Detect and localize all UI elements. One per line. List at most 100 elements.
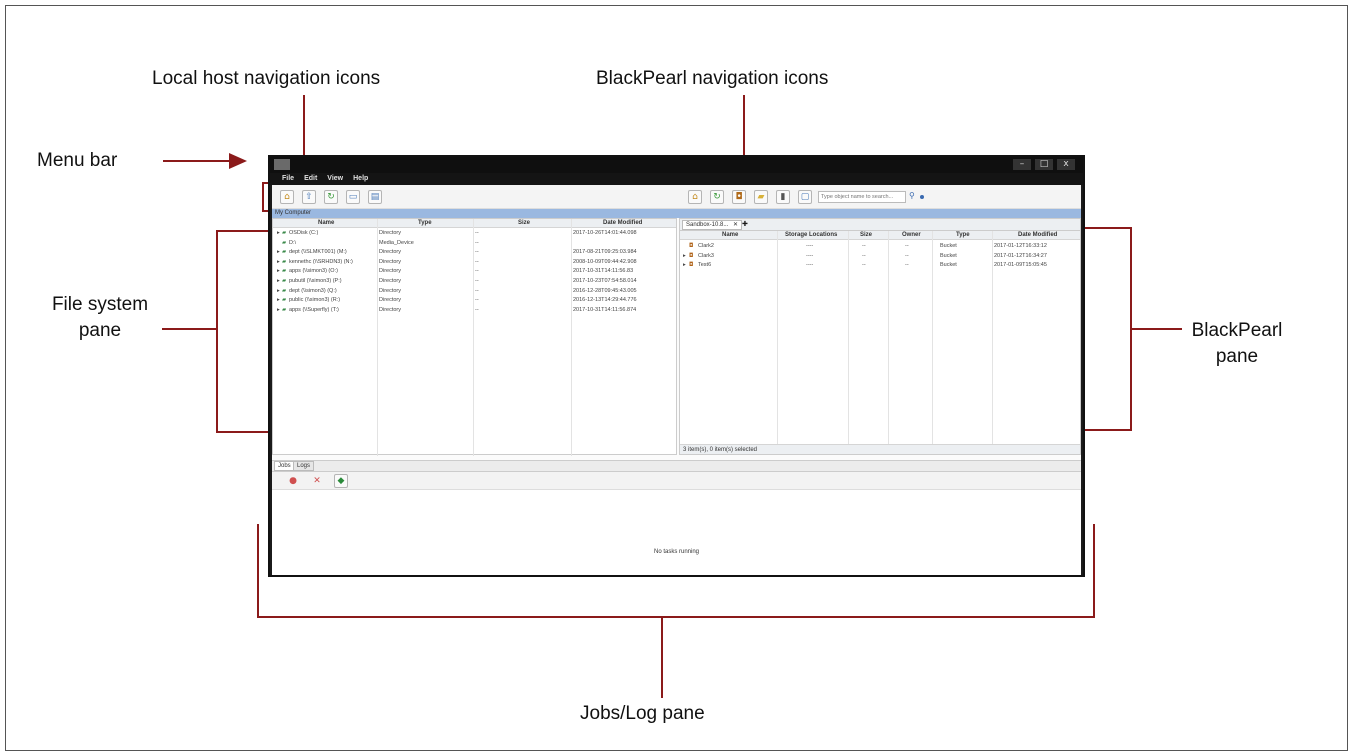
bp-col-name[interactable]: Name (722, 231, 738, 240)
callout-local-nav: Local host navigation icons (152, 68, 381, 89)
local-refresh-icon[interactable]: ↻ (324, 190, 338, 204)
fs-table-row[interactable]: ▰ ▸ OSDisk (C:) Directory -- 2017-10-26T14:01… (273, 229, 676, 238)
bp-search-icon[interactable]: ⚲ (909, 191, 915, 200)
fs-row-type: Directory (379, 306, 402, 313)
bp-row-owner: -- (905, 243, 909, 249)
fs-row-name: apps (\\Superfly) (T:) (289, 306, 339, 313)
drive-icon: ▰ (282, 297, 287, 304)
minimize-button[interactable]: – (1013, 159, 1031, 170)
fs-col-type[interactable]: Type (418, 219, 432, 228)
app-content: ⌂ ⇧ ↻ ▭ ▤ ⌂ ↻ ◘ ▰ ▮ ▢ ⚲ My Computer Name… (272, 185, 1081, 575)
fs-row-expand: ▸ (277, 258, 280, 265)
bracket-local-nav-left (262, 182, 264, 212)
fs-row-name: OSDisk (C:) (289, 230, 319, 236)
fs-row-name: dept (\\SLMKT001) (M:) (289, 249, 347, 256)
bp-books-icon[interactable]: ▮ (776, 190, 790, 204)
bp-tab-add-icon[interactable]: ✚ (742, 220, 748, 228)
fs-row-name: apps (\\simon3) (O:) (289, 268, 338, 275)
drive-icon: ▰ (282, 230, 287, 236)
bracket-jobs-right (1093, 524, 1095, 618)
drive-icon: ▰ (282, 258, 287, 265)
bracket-jobs-left (257, 524, 259, 618)
fs-row-date: 2016-12-13T14:29:44.776 (573, 297, 637, 304)
bp-search-input[interactable] (818, 191, 906, 203)
menu-view[interactable]: View (327, 173, 343, 185)
maximize-button[interactable]: □ (1035, 159, 1053, 170)
bp-folder-icon[interactable]: ▢ (798, 190, 812, 204)
local-home-icon[interactable]: ⌂ (280, 190, 294, 204)
cancel-job-icon[interactable]: ✕ (310, 474, 324, 488)
fs-row-type: Directory (379, 278, 402, 284)
file-system-header: Name Type Size Date Modified (273, 219, 676, 228)
bucket-icon: ◘ (689, 243, 694, 249)
application-window: – □ x File Edit View Help ⌂ ⇧ ↻ ▭ ▤ ⌂ ↻ … (268, 155, 1085, 577)
fs-table-row[interactable]: ▰ ▸ public (\\simon3) (R:) Directory -- 2016-… (273, 296, 676, 305)
bp-col-type[interactable]: Type (956, 231, 970, 240)
title-bar: – □ x (270, 157, 1083, 173)
file-system-pane: Name Type Size Date Modified ▰ ▸ OSDisk (C… (272, 218, 677, 456)
stop-job-icon[interactable]: ● (286, 474, 300, 488)
tab-logs[interactable]: Logs (293, 461, 315, 471)
bp-row-type: Bucket (940, 243, 957, 249)
bp-search-dot-icon (920, 195, 924, 199)
bp-table-row[interactable]: ◘ ▸ Clark3 ---- -- -- Bucket 2017-01-12T16:34:2… (680, 252, 1080, 261)
window-controls: – □ x (1013, 159, 1075, 170)
resume-job-icon[interactable]: ◆ (334, 474, 348, 488)
fs-row-name: D:\ (289, 239, 297, 246)
leader-fs (162, 328, 217, 330)
bp-session-tab[interactable]: Sandbox-10.8... ✕ (682, 220, 743, 230)
fs-table-row[interactable]: ▰ D:\ Media_Device -- (273, 239, 676, 248)
bp-refresh-icon[interactable]: ↻ (710, 190, 724, 204)
fs-table-row[interactable]: ▰ ▸ apps (\\Superfly) (T:) Directory -- 2017-… (273, 306, 676, 315)
fs-row-date: 2017-10-31T14:11:56.83 (573, 268, 634, 275)
fs-table-row[interactable]: ▰ ▸ apps (\\simon3) (O:) Directory -- 2017-10… (273, 267, 676, 276)
leader-menu-bar (163, 160, 231, 162)
bp-table-row[interactable]: ◘ ▸ Test6 ---- -- -- Bucket 2017-01-09T15:05:45 (680, 261, 1080, 270)
drive-icon: ▰ (282, 306, 287, 313)
fs-row-expand: ▸ (277, 297, 280, 304)
bp-tab-close-icon[interactable]: ✕ (733, 221, 738, 228)
fs-row-size: -- (475, 258, 479, 265)
fs-table-row[interactable]: ▰ ▸ dept (\\simon3) (Q:) Directory -- 2016-12… (273, 287, 676, 296)
drive-icon: ▰ (282, 268, 287, 275)
fs-row-size: -- (475, 297, 479, 304)
fs-row-type: Directory (379, 249, 402, 256)
bp-table-row[interactable]: ◘ Clark2 ---- -- -- Bucket 2017-01-12T16:33:12 (680, 242, 1080, 251)
fs-col-name[interactable]: Name (318, 219, 334, 228)
jobs-empty-message: No tasks running (653, 549, 700, 555)
fs-row-expand: ▸ (277, 278, 280, 284)
fs-table-row[interactable]: ▰ ▸ dept (\\SLMKT001) (M:) Directory -- 2017-… (273, 248, 676, 257)
bp-tab-strip: Sandbox-10.8... ✕ ✚ (680, 219, 1080, 231)
fs-row-date: 2016-12-28T09:45:43.005 (573, 287, 637, 294)
menu-file[interactable]: File (282, 173, 294, 185)
local-parent-folder-icon[interactable]: ⇧ (302, 190, 316, 204)
menu-help[interactable]: Help (353, 173, 368, 185)
bp-col-size[interactable]: Size (860, 231, 872, 240)
menu-edit[interactable]: Edit (304, 173, 317, 185)
fs-col-date[interactable]: Date Modified (603, 219, 642, 228)
bp-col-owner[interactable]: Owner (902, 231, 921, 240)
close-button[interactable]: x (1057, 159, 1075, 170)
bp-col-storage[interactable]: Storage Locations (785, 231, 837, 240)
tab-jobs[interactable]: Jobs (274, 461, 295, 471)
fs-row-size: -- (475, 278, 479, 284)
bp-row-location: ---- (806, 243, 814, 249)
fs-col-size[interactable]: Size (518, 219, 530, 228)
fs-row-date: 2017-10-31T14:11:56.874 (573, 306, 637, 313)
fs-table-row[interactable]: ▰ ▸ pubutil (\\simon3) (P:) Directory -- 2017… (273, 277, 676, 286)
bp-home-icon[interactable]: ⌂ (688, 190, 702, 204)
bp-new-bucket-icon[interactable]: ◘ (732, 190, 746, 204)
callout-blackpearl-pane: BlackPearl pane (1182, 318, 1292, 370)
bracket-jobs-bottom (257, 616, 1095, 618)
bp-row-owner: -- (905, 262, 909, 269)
fs-table-row[interactable]: ▰ ▸ kennethc (\\SRHDN3) (N:) Directory -- 200… (273, 258, 676, 267)
fs-row-type: Media_Device (379, 239, 414, 246)
jobs-tab-strip: Jobs Logs (272, 461, 1081, 472)
bp-new-folder-icon[interactable]: ▰ (754, 190, 768, 204)
bp-row-date: 2017-01-09T15:05:45 (994, 262, 1047, 269)
local-computer-icon[interactable]: ▭ (346, 190, 360, 204)
fs-row-date: 2008-10-09T09:44:42.908 (573, 258, 637, 265)
bp-col-date[interactable]: Date Modified (1018, 231, 1057, 240)
app-logo (274, 159, 290, 170)
local-open-folder-icon[interactable]: ▤ (368, 190, 382, 204)
